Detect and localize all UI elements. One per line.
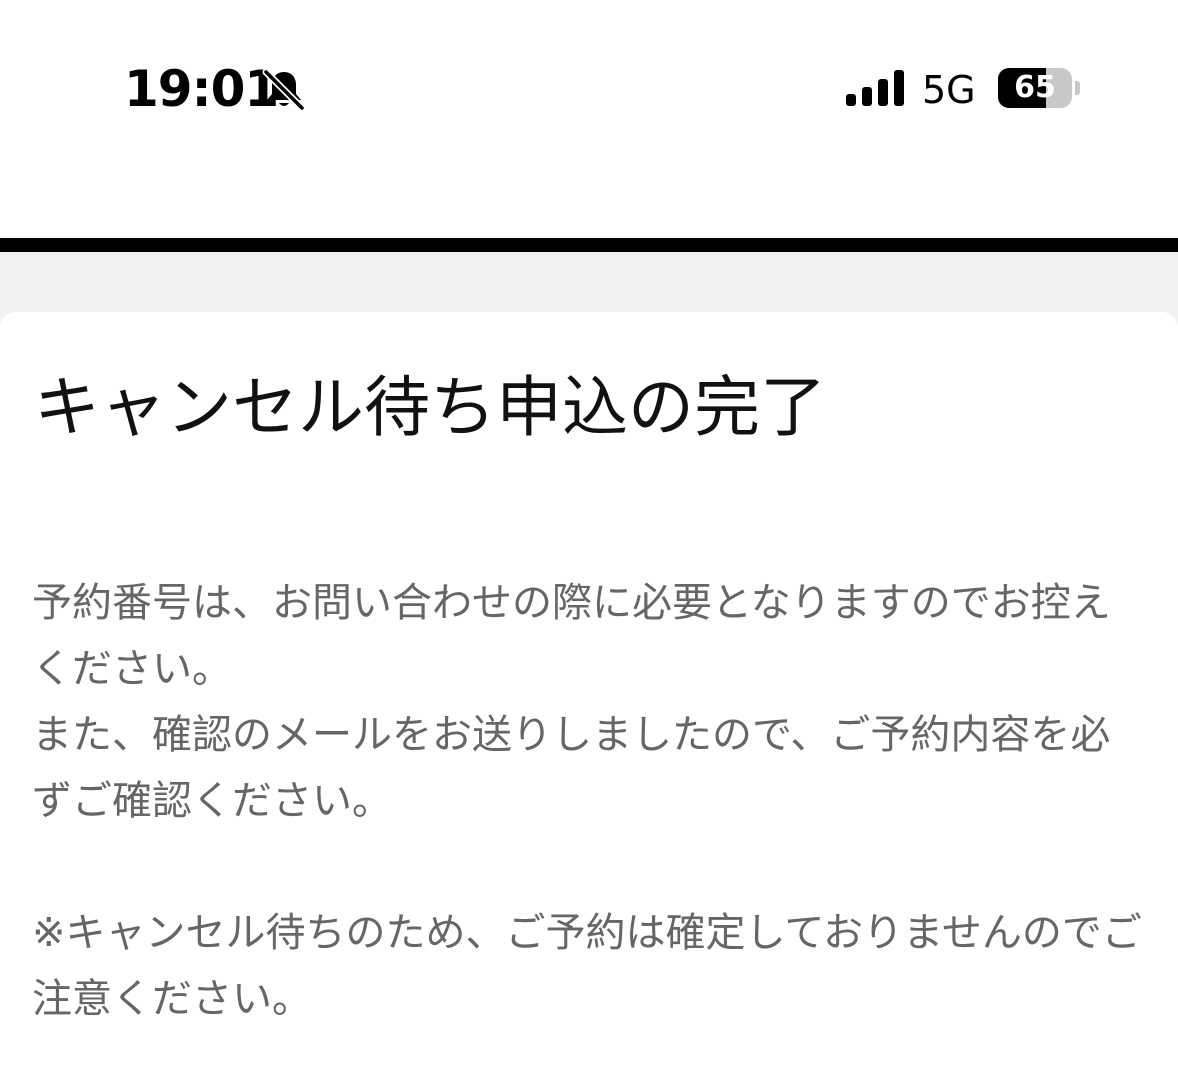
network-type: 5G xyxy=(922,68,976,112)
cellular-signal-icon xyxy=(846,70,904,106)
message-block: 予約番号は、お問い合わせの際に必要となりますのでお控えください。 また、確認のメ… xyxy=(32,570,1142,834)
screen: 19:01 5G 65 キャンセル待ち申込の完了 予約番号は、お問い合わせの際に… xyxy=(0,0,1178,1082)
message-paragraph: 予約番号は、お問い合わせの際に必要となりますのでお控えください。 xyxy=(32,580,1111,692)
page-title: キャンセル待ち申込の完了 xyxy=(34,369,826,446)
notice-paragraph: ※キャンセル待ちのため、ご予約は確定しておりませんのでご注意ください。 xyxy=(32,910,1142,1022)
completion-card: キャンセル待ち申込の完了 予約番号は、お問い合わせの際に必要となりますのでお控え… xyxy=(0,312,1178,1082)
notice-block: ※キャンセル待ちのため、ご予約は確定しておりませんのでご注意ください。 xyxy=(32,900,1142,1032)
header-divider xyxy=(0,238,1178,252)
status-time: 19:01 xyxy=(124,60,279,118)
battery-percent: 65 xyxy=(1014,70,1056,105)
bell-slash-icon xyxy=(262,68,306,110)
battery-icon: 65 xyxy=(998,68,1082,108)
status-bar: 19:01 5G 65 xyxy=(0,0,1178,238)
message-paragraph: また、確認のメールをお送りしましたので、ご予約内容を必ずご確認ください。 xyxy=(32,712,1111,824)
